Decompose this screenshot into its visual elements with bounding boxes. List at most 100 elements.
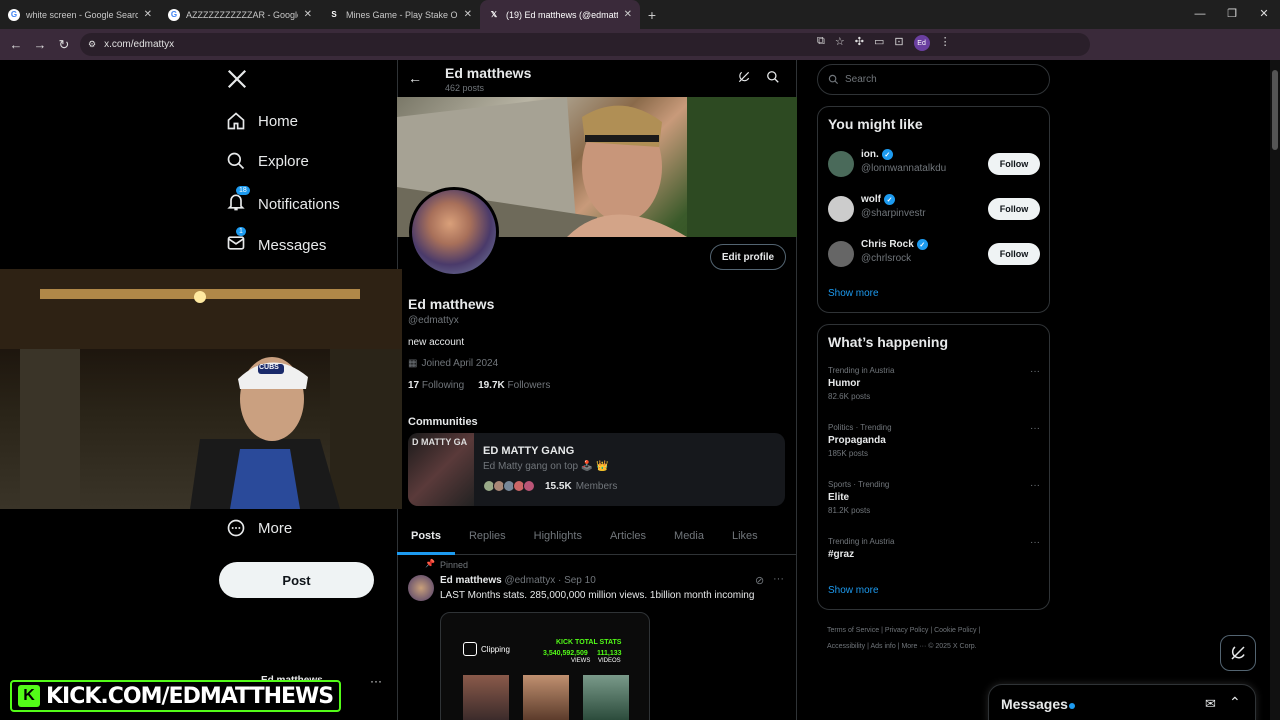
trend-context: Trending in Austria	[828, 537, 895, 546]
install-icon[interactable]: ⧉	[817, 35, 825, 51]
profile-bio: new account	[408, 337, 465, 348]
suggestion-item[interactable]: ion. ✓ @lonnwannatalkdu Follow	[828, 149, 1040, 179]
avatar	[828, 241, 854, 267]
pinned-label: Pinned	[440, 560, 469, 570]
more-dots-icon[interactable]: ···	[370, 674, 382, 688]
post-image[interactable]: Clipping KICK TOTAL STATS 3,540,592,509 …	[440, 612, 650, 720]
nav-explore[interactable]: Explore	[226, 151, 309, 171]
profile-name: Ed matthews	[408, 296, 495, 312]
avatar	[828, 151, 854, 177]
nav-label: Explore	[258, 152, 309, 170]
more-dots-icon[interactable]: ···	[1030, 423, 1040, 434]
followers-count: 19.7K	[478, 380, 505, 391]
header-name: Ed matthews	[445, 65, 532, 81]
browser-tab-active[interactable]: 𝕏 (19) Ed matthews (@edmattyx) ✕	[480, 0, 640, 29]
whats-happening-title: What’s happening	[828, 334, 949, 350]
tab-title: AZZZZZZZZZZZAR - Google Se	[186, 9, 298, 20]
back-icon[interactable]: ←	[4, 37, 28, 52]
close-tab-icon[interactable]: ✕	[304, 9, 312, 20]
members-label: Members	[575, 480, 618, 492]
creator-thumb	[463, 675, 509, 720]
follow-button[interactable]: Follow	[988, 198, 1040, 220]
grok-button[interactable]	[1220, 635, 1256, 671]
show-more-link[interactable]: Show more	[828, 288, 879, 299]
reload-icon[interactable]: ↻	[52, 37, 76, 53]
trend-item[interactable]: Trending in Austria #graz ···	[828, 537, 1040, 577]
more-dots-icon[interactable]: ···	[1030, 480, 1040, 491]
close-window-icon[interactable]: ✕	[1248, 0, 1280, 29]
post-button[interactable]: Post	[219, 562, 374, 598]
followers-link[interactable]: 19.7K Followers	[478, 380, 550, 391]
nav-messages[interactable]: 1 Messages	[226, 227, 327, 257]
footer-line[interactable]: Accessibility | Ads info | More ··· © 20…	[827, 639, 1057, 655]
bookmark-star-icon[interactable]: ☆	[835, 35, 845, 51]
expand-icon[interactable]: ⌃	[1229, 694, 1241, 711]
new-message-icon[interactable]: ✉	[1205, 696, 1216, 712]
close-tab-icon[interactable]: ✕	[464, 9, 472, 20]
following-link[interactable]: 17 Following	[408, 380, 464, 391]
post-author[interactable]: Ed matthews	[440, 575, 502, 586]
profile-avatar[interactable]: Ed	[913, 35, 930, 51]
browser-tab[interactable]: G white screen - Google Search ✕	[0, 0, 160, 29]
creator-thumb	[583, 675, 629, 720]
minimize-icon[interactable]: —	[1184, 0, 1216, 29]
forward-icon[interactable]: →	[28, 37, 52, 52]
cap-logo-text: CUBS	[259, 364, 279, 371]
x-logo-icon[interactable]	[226, 68, 248, 95]
suggestion-item[interactable]: Chris Rock ✓ @chrlsrock Follow	[828, 239, 1040, 269]
new-tab-icon[interactable]: +	[640, 7, 664, 23]
header-post-count: 462 posts	[445, 83, 485, 93]
pin-icon: 📌	[425, 559, 435, 568]
grok-icon[interactable]	[737, 70, 751, 89]
follow-button[interactable]: Follow	[988, 243, 1040, 265]
tab-media[interactable]: Media	[660, 526, 718, 554]
browser-tab[interactable]: G AZZZZZZZZZZZAR - Google Se ✕	[160, 0, 320, 29]
tab-articles[interactable]: Articles	[596, 526, 660, 554]
restore-icon[interactable]: ❐	[1216, 0, 1248, 29]
profile-avatar[interactable]	[409, 187, 499, 277]
community-image: D MATTY GA	[408, 433, 474, 506]
trend-title: Elite	[828, 492, 850, 503]
verified-badge-icon: ✓	[884, 194, 895, 205]
more-dots-icon[interactable]: ···	[773, 573, 784, 585]
nav-notifications[interactable]: 18 Notifications	[226, 186, 340, 216]
tab-posts[interactable]: Posts	[397, 526, 455, 555]
profile-tabs: Posts Replies Highlights Articles Media …	[397, 526, 797, 555]
grok-icon[interactable]: ⊘	[755, 574, 764, 587]
trend-item[interactable]: Trending in Austria Humor 82.6K posts ··…	[828, 366, 1040, 406]
tab-replies[interactable]: Replies	[455, 526, 520, 554]
tab-likes[interactable]: Likes	[718, 526, 772, 554]
kick-stream-banner: K KICK.COM/EDMATTHEWS	[10, 680, 342, 712]
nav-home[interactable]: Home	[226, 111, 298, 131]
trend-item[interactable]: Sports · Trending Elite 81.2K posts ···	[828, 480, 1040, 520]
back-arrow-icon[interactable]: ←	[408, 70, 422, 86]
nav-more[interactable]: More	[226, 518, 292, 538]
messages-badge: 1	[236, 227, 246, 236]
search-icon[interactable]	[766, 70, 780, 89]
search-input[interactable]: Search	[817, 64, 1050, 95]
more-dots-icon[interactable]: ···	[1030, 366, 1040, 377]
menu-dots-icon[interactable]: ⋮	[940, 35, 951, 51]
follow-button[interactable]: Follow	[988, 153, 1040, 175]
more-dots-icon[interactable]: ···	[1030, 537, 1040, 548]
messages-drawer[interactable]: Messages ✉ ⌃	[988, 684, 1256, 720]
webcam-overlay: CUBS	[0, 269, 402, 509]
tab-search-icon[interactable]: ⊡	[894, 35, 903, 51]
close-tab-icon[interactable]: ✕	[624, 9, 632, 20]
suggestion-item[interactable]: wolf ✓ @sharpinvestr Follow	[828, 194, 1040, 224]
browser-tab[interactable]: S Mines Game - Play Stake Origi ✕	[320, 0, 480, 29]
page-scrollbar[interactable]	[1270, 60, 1280, 720]
site-info-icon[interactable]: ⚙	[88, 39, 96, 50]
close-tab-icon[interactable]: ✕	[144, 9, 152, 20]
tab-highlights[interactable]: Highlights	[520, 526, 596, 554]
show-more-link[interactable]: Show more	[828, 585, 879, 596]
post-avatar[interactable]	[408, 575, 434, 601]
sidepanel-icon[interactable]: ▭	[874, 35, 884, 51]
footer-line[interactable]: Terms of Service | Privacy Policy | Cook…	[827, 623, 1057, 639]
edit-profile-button[interactable]: Edit profile	[710, 244, 786, 270]
extensions-icon[interactable]: ✣	[855, 35, 864, 51]
scrollbar-thumb[interactable]	[1272, 70, 1278, 150]
nav-label: Messages	[258, 236, 327, 254]
community-card[interactable]: D MATTY GA ED MATTY GANG Ed Matty gang o…	[408, 433, 785, 506]
trend-item[interactable]: Politics · Trending Propaganda 185K post…	[828, 423, 1040, 463]
